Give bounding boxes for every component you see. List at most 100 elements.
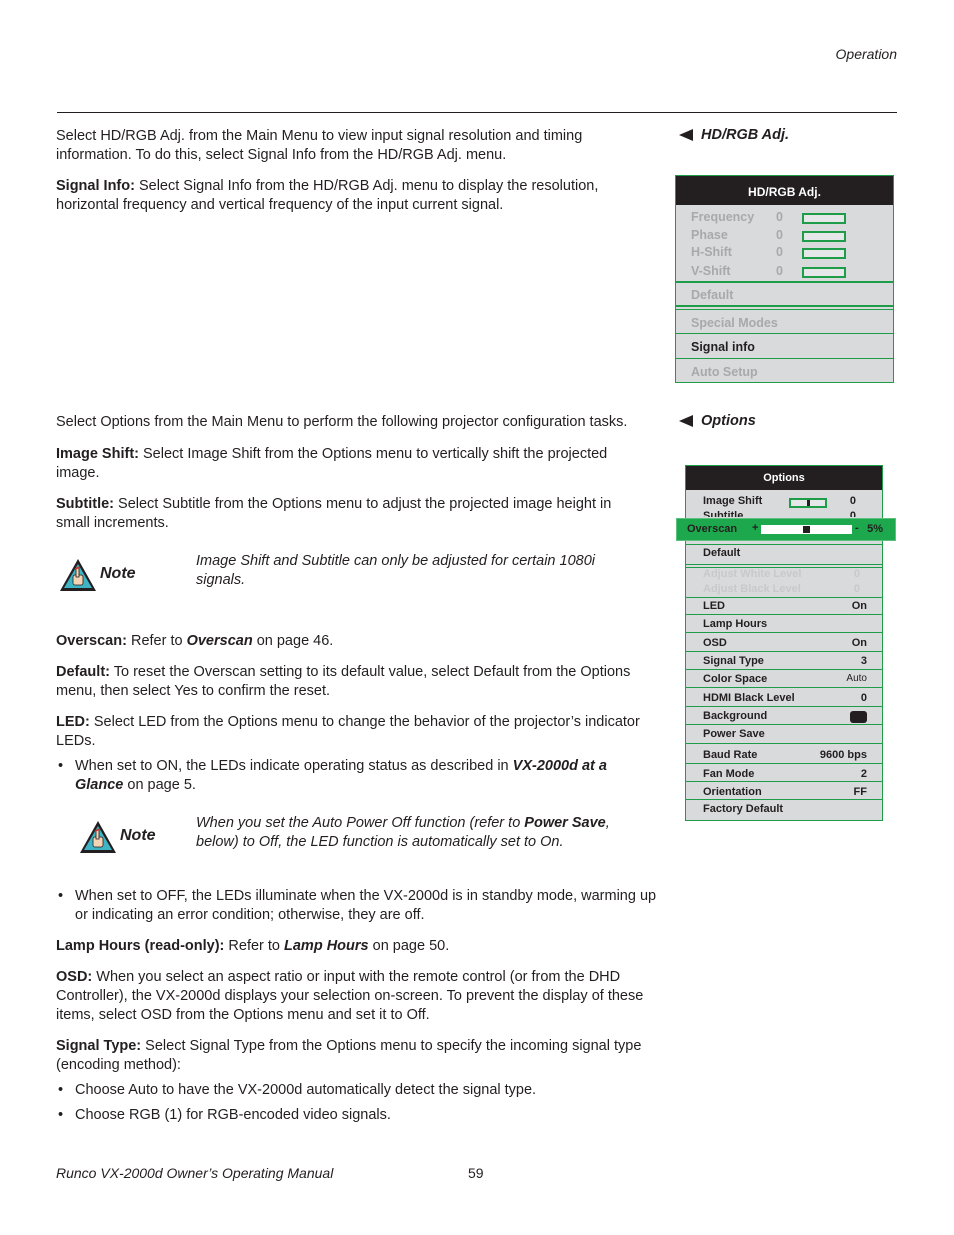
menu-item-fan-mode[interactable]: Fan Mode — [703, 768, 754, 780]
menu-item-lamp-hours[interactable]: Lamp Hours — [703, 618, 767, 630]
led-bullet-on-post: on page 5. — [123, 777, 196, 793]
subtitle-text: Select Subtitle from the Options menu to… — [56, 496, 612, 531]
menu-item-h-shift[interactable]: H-Shift — [691, 245, 732, 259]
overscan-led-block: Overscan: Refer to Overscan on page 46. … — [56, 632, 656, 795]
menu-item-adjust-black-level[interactable]: Adjust Black Level — [703, 583, 801, 595]
section-arrow-icon — [679, 129, 693, 141]
menu-item-hdmi-black-level[interactable]: HDMI Black Level — [703, 692, 795, 704]
menu-item-special-modes[interactable]: Special Modes — [691, 316, 778, 330]
menu-item-v-shift[interactable]: V-Shift — [691, 264, 731, 278]
overscan-highlight-row[interactable]: Overscan + - 5% — [676, 518, 896, 541]
menu-value-signal-type: 3 — [860, 655, 867, 667]
phase-slider[interactable] — [802, 231, 846, 242]
led-paragraph: LED: Select LED from the Options menu to… — [56, 713, 656, 751]
led-bullet-on-pre: When set to ON, the LEDs indicate operat… — [75, 758, 513, 774]
menu-item-baud-rate[interactable]: Baud Rate — [703, 749, 757, 761]
menu-item-orientation[interactable]: Orientation — [703, 786, 762, 798]
overscan-post: on page 46. — [252, 633, 334, 649]
lamp-hours-pre: Refer to — [224, 938, 285, 954]
menu-item-default[interactable]: Default — [691, 288, 733, 302]
menu-item-frequency[interactable]: Frequency — [691, 210, 754, 224]
background-color-swatch — [850, 711, 867, 723]
menu-divider — [686, 597, 882, 598]
adjust-black-value: 0 — [853, 583, 860, 595]
frequency-slider[interactable] — [802, 213, 846, 224]
menu-value-baud-rate: 9600 bps — [819, 749, 867, 761]
menu-item-signal-type[interactable]: Signal Type — [703, 655, 764, 667]
led-label: LED: — [56, 714, 90, 730]
signal-info-paragraph: Signal Info: Select Signal Info from the… — [56, 177, 656, 215]
menu-value-osd: On — [851, 637, 867, 649]
overscan-pre: Refer to — [126, 633, 187, 649]
menu-divider — [676, 281, 893, 283]
menu-value-color-space: Auto — [846, 673, 867, 684]
menu-item-adjust-white-level[interactable]: Adjust White Level — [703, 568, 801, 580]
subtitle-label: Subtitle: — [56, 496, 114, 512]
menu-item-auto-setup[interactable]: Auto Setup — [691, 365, 758, 379]
overscan-paragraph: Overscan: Refer to Overscan on page 46. — [56, 632, 656, 651]
osd-text: When you select an aspect ratio or input… — [56, 969, 644, 1023]
menu-item-power-save[interactable]: Power Save — [703, 728, 765, 740]
signal-type-text: Select Signal Type from the Options menu… — [56, 1038, 642, 1073]
menu-item-default[interactable]: Default — [703, 547, 740, 559]
menu-item-background[interactable]: Background — [703, 710, 767, 722]
image-shift-value: 0 — [849, 495, 856, 507]
default-text: To reset the Overscan setting to its def… — [56, 664, 631, 699]
power-save-link[interactable]: Power Save — [524, 815, 605, 831]
header-rule — [57, 112, 897, 113]
hdrgb-menu-title: HD/RGB Adj. — [676, 176, 893, 205]
menu-item-osd[interactable]: OSD — [703, 637, 727, 649]
overscan-link[interactable]: Overscan — [187, 633, 253, 649]
section-arrow-icon — [679, 415, 693, 427]
menu-divider — [686, 564, 882, 565]
menu-divider — [686, 651, 882, 652]
menu-divider — [686, 781, 882, 782]
note-hand-icon — [60, 559, 96, 591]
v-shift-slider[interactable] — [802, 267, 846, 278]
hdrgb-intro-text: Select HD/RGB Adj. from the Main Menu to… — [56, 128, 583, 163]
menu-divider — [686, 799, 882, 800]
lamp-hours-label: Lamp Hours (read-only): — [56, 938, 225, 954]
menu-item-led[interactable]: LED — [703, 600, 725, 612]
options-heading-text: Options — [701, 413, 756, 429]
options-intro: Select Options from the Main Menu to per… — [56, 414, 628, 430]
menu-item-factory-default[interactable]: Factory Default — [703, 803, 783, 815]
signal-type-bullet: Choose Auto to have the VX-2000d automat… — [56, 1081, 661, 1100]
subtitle-value: 0 — [849, 510, 856, 517]
signal-info-text: Select Signal Info from the HD/RGB Adj. … — [56, 178, 599, 213]
image-shift-paragraph: Image Shift: Select Image Shift from the… — [56, 445, 646, 483]
overscan-slider-knob[interactable] — [803, 526, 810, 533]
image-shift-label: Image Shift: — [56, 446, 139, 462]
note-2-pre: When you set the Auto Power Off function… — [196, 815, 525, 831]
menu-item-image-shift[interactable]: Image Shift — [703, 495, 762, 507]
h-shift-value: 0 — [776, 245, 783, 259]
menu-item-phase[interactable]: Phase — [691, 228, 728, 242]
overscan-label: Overscan: — [56, 633, 127, 649]
overscan-slider[interactable] — [761, 525, 852, 534]
menu-divider — [686, 687, 882, 688]
lamp-hours-paragraph: Lamp Hours (read-only): Refer to Lamp Ho… — [56, 937, 661, 956]
menu-value-hdmi-black-level: 0 — [860, 692, 867, 704]
note-1-text: Image Shift and Subtitle can only be adj… — [196, 553, 596, 588]
lamp-hours-link[interactable]: Lamp Hours — [284, 938, 369, 954]
menu-divider — [686, 706, 882, 707]
note-2-text: When you set the Auto Power Off function… — [196, 814, 646, 852]
menu-divider — [686, 724, 882, 725]
menu-divider — [676, 333, 893, 334]
menu-item-color-space[interactable]: Color Space — [703, 673, 767, 685]
image-shift-slider-knob[interactable] — [806, 500, 810, 506]
menu-item-subtitle[interactable]: Subtitle — [703, 510, 743, 517]
hdrgb-menu: HD/RGB Adj. Frequency 0 Phase 0 H-Shift … — [675, 175, 894, 383]
page-number: 59 — [468, 1165, 484, 1181]
overscan-value: 5% — [867, 523, 883, 535]
image-shift-slider[interactable] — [789, 498, 827, 508]
adjust-white-value: 0 — [853, 568, 860, 580]
led-text: Select LED from the Options menu to chan… — [56, 714, 640, 749]
menu-item-signal-info[interactable]: Signal info — [691, 340, 755, 354]
h-shift-slider[interactable] — [802, 248, 846, 259]
menu-divider — [686, 743, 882, 744]
menu-divider — [676, 309, 893, 310]
note-2-label: Note — [120, 827, 156, 844]
subtitle-paragraph: Subtitle: Select Subtitle from the Optio… — [56, 495, 646, 533]
menu-value-orientation: FF — [853, 786, 867, 798]
